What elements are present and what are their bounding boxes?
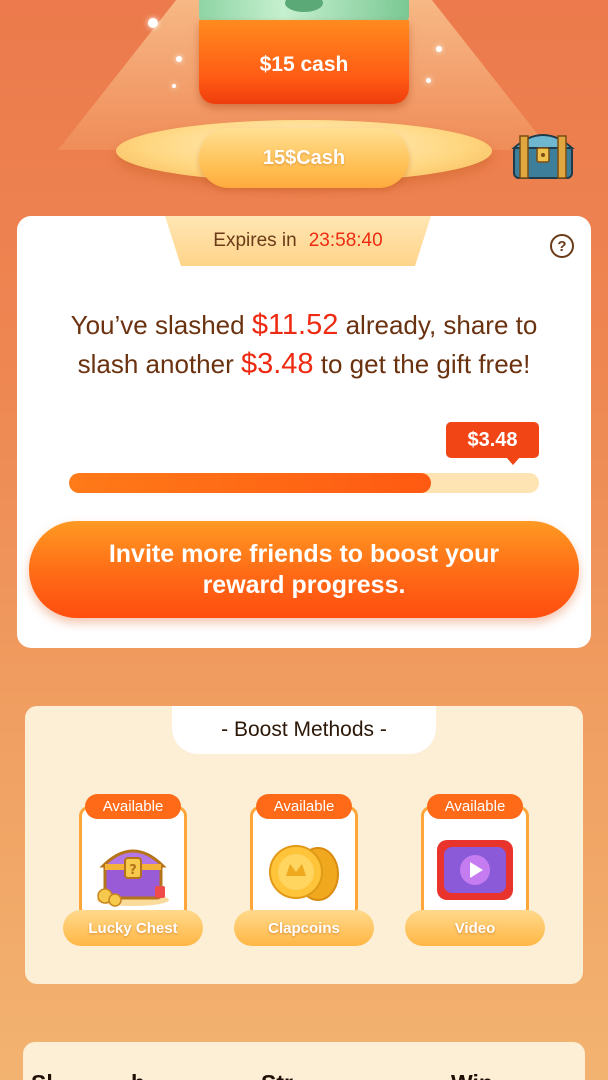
hero-prize-area: $15 cash 15$Cash — [0, 0, 608, 210]
lucky-chest-icon: ? — [97, 849, 169, 907]
slash-status-message: You’ve slashed $11.52 already, share to … — [47, 306, 561, 384]
sparkle — [176, 56, 182, 62]
method-label: Clapcoins — [234, 910, 374, 946]
availability-badge: Available — [85, 794, 181, 819]
sparkle — [148, 18, 158, 28]
boost-methods-title: - Boost Methods - — [172, 706, 436, 754]
expiry-timer-tab: Expires in 23:58:40 — [165, 216, 431, 266]
slash-message-text: to get the gift free! — [313, 349, 531, 379]
slash-progress-bar — [69, 473, 539, 493]
slashed-amount: $11.52 — [251, 309, 339, 341]
bottom-heading: Str — [261, 1070, 293, 1080]
boost-method-lucky-chest[interactable]: Available ? Lucky Chest — [63, 794, 203, 946]
prize-platform-label-pill: 15$Cash — [199, 128, 409, 188]
bottom-heading: Win — [451, 1070, 493, 1080]
availability-badge: Available — [256, 794, 352, 819]
remaining-amount-bubble: $3.48 — [446, 422, 539, 465]
method-label: Video — [405, 910, 545, 946]
boost-method-clapcoins[interactable]: Available Clapcoins — [234, 794, 374, 946]
expires-label: Expires in — [213, 230, 297, 251]
sparkle — [436, 46, 442, 52]
treasure-chest-icon[interactable] — [508, 126, 578, 182]
bottom-headings: Sl h Str Win — [31, 1070, 577, 1080]
help-question-icon[interactable]: ? — [550, 234, 574, 258]
slash-progress-fill — [69, 473, 431, 493]
boost-method-video[interactable]: Available Video — [405, 794, 545, 946]
remaining-amount: $3.48 — [240, 348, 314, 380]
slash-message-text: You’ve slashed — [70, 310, 252, 340]
sparkle — [172, 84, 176, 88]
slash-progress-card: Expires in 23:58:40 ? You’ve slashed $11… — [17, 216, 591, 648]
prize-card: $15 cash — [199, 20, 409, 104]
bottom-heading: h — [131, 1070, 145, 1080]
video-icon — [437, 840, 513, 900]
availability-badge: Available — [427, 794, 523, 819]
bottom-steps-card: Sl h Str Win — [23, 1042, 585, 1080]
prize-platform-label: 15$Cash — [262, 146, 346, 169]
prize-card-label: $15 cash — [259, 53, 349, 76]
sparkle — [426, 78, 431, 83]
svg-text:?: ? — [129, 863, 137, 878]
bottom-heading: Sl — [31, 1070, 53, 1080]
boost-methods-card: - Boost Methods - Available ? Lucky Ches… — [25, 706, 583, 984]
clapcoins-icon — [269, 845, 339, 901]
invite-friends-button[interactable]: Invite more friends to boost your reward… — [29, 521, 579, 618]
expires-countdown: 23:58:40 — [308, 230, 383, 251]
method-label: Lucky Chest — [63, 910, 203, 946]
cash-bill-graphic — [199, 0, 409, 22]
